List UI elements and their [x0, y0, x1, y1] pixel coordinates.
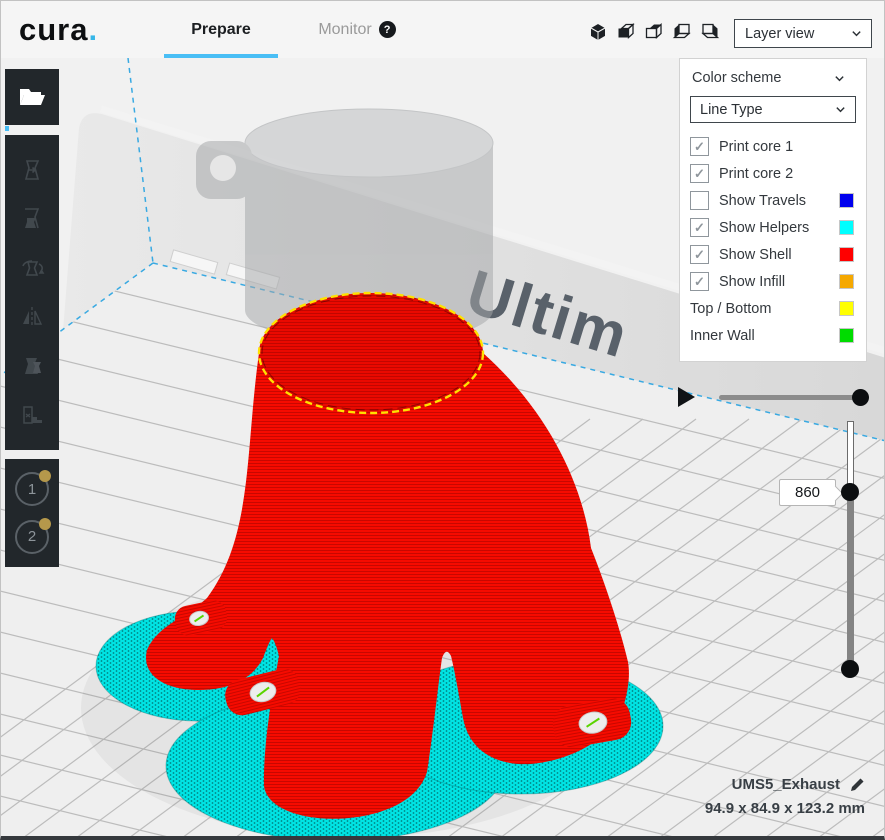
chevron-down-icon	[834, 73, 845, 84]
layer-number-balloon: 860	[779, 479, 836, 506]
row-show-shell: ✓ Show Shell	[680, 241, 866, 268]
layer-view-panel: Color scheme Line Type ✓ Print core 1 ✓ …	[679, 58, 867, 362]
color-scheme-select[interactable]: Line Type	[690, 96, 856, 123]
support-blocker-icon[interactable]	[17, 400, 47, 430]
chevron-down-icon	[835, 104, 846, 115]
job-name-label: UMS5_Exhaust	[732, 776, 840, 793]
shell-color-swatch	[839, 247, 854, 262]
move-tool-icon[interactable]	[17, 155, 47, 185]
view-mode-select[interactable]: Layer view	[734, 19, 872, 48]
color-scheme-header[interactable]: Color scheme	[680, 59, 866, 94]
print-core-1-label: Print core 1	[719, 139, 793, 155]
cura-window: Ultim	[0, 0, 885, 840]
top-bar: cura. Prepare Monitor ? Layer view	[1, 1, 884, 58]
tab-prepare-label: Prepare	[191, 21, 251, 39]
layer-slider-bottom-handle[interactable]	[841, 660, 859, 678]
scale-tool-icon[interactable]	[17, 204, 47, 234]
top-bottom-color-swatch	[839, 301, 854, 316]
tab-monitor[interactable]: Monitor ?	[297, 1, 417, 58]
view-left-icon[interactable]	[671, 21, 693, 43]
show-helpers-checkbox[interactable]: ✓	[690, 218, 709, 237]
extruder-1-button[interactable]: 1	[15, 472, 49, 506]
view-3d-icon[interactable]	[587, 21, 609, 43]
tab-prepare[interactable]: Prepare	[164, 1, 278, 58]
helpers-color-swatch	[839, 220, 854, 235]
row-inner-wall: Inner Wall	[680, 322, 866, 349]
chevron-down-icon	[851, 28, 862, 39]
row-print-core-1: ✓ Print core 1	[680, 133, 866, 160]
job-dimensions-label: 94.9 x 84.9 x 123.2 mm	[705, 800, 865, 817]
travels-color-swatch	[839, 193, 854, 208]
color-scheme-label: Color scheme	[692, 70, 781, 86]
show-helpers-label: Show Helpers	[719, 220, 809, 236]
show-infill-checkbox[interactable]: ✓	[690, 272, 709, 291]
open-file-button[interactable]	[5, 69, 59, 125]
layer-slider-top-handle[interactable]	[841, 483, 859, 501]
cura-logo: cura.	[19, 12, 98, 48]
simulation-slider-handle[interactable]	[852, 389, 869, 406]
tool-panel	[5, 135, 59, 450]
row-top-bottom: Top / Bottom	[680, 295, 866, 322]
rotate-tool-icon[interactable]	[17, 253, 47, 283]
row-show-helpers: ✓ Show Helpers	[680, 214, 866, 241]
print-core-1-checkbox[interactable]: ✓	[690, 137, 709, 156]
job-name-row: UMS5_Exhaust	[732, 776, 865, 793]
print-core-2-label: Print core 2	[719, 166, 793, 182]
color-scheme-value: Line Type	[700, 102, 763, 118]
camera-view-buttons	[587, 21, 721, 43]
play-button[interactable]	[678, 387, 695, 407]
row-show-travels: Show Travels	[680, 187, 866, 214]
show-shell-label: Show Shell	[719, 247, 792, 263]
per-model-settings-icon[interactable]	[17, 351, 47, 381]
layer-number-value: 860	[795, 484, 820, 501]
row-show-infill: ✓ Show Infill	[680, 268, 866, 295]
material-color-dot	[39, 470, 51, 482]
view-front-icon[interactable]	[615, 21, 637, 43]
extruder-2-label: 2	[28, 528, 36, 545]
print-core-2-checkbox[interactable]: ✓	[690, 164, 709, 183]
toolbar-accent-tick	[5, 126, 9, 131]
material-color-dot	[39, 518, 51, 530]
show-shell-checkbox[interactable]: ✓	[690, 245, 709, 264]
view-top-icon[interactable]	[643, 21, 665, 43]
inner-wall-label: Inner Wall	[690, 328, 755, 344]
open-folder-icon	[16, 83, 48, 111]
help-icon[interactable]: ?	[379, 21, 396, 38]
extruder-panel: 1 2	[5, 459, 59, 567]
tab-monitor-label: Monitor	[318, 21, 371, 39]
show-infill-label: Show Infill	[719, 274, 785, 290]
layer-slider-track-range[interactable]	[847, 492, 854, 670]
view-right-icon[interactable]	[699, 21, 721, 43]
show-travels-checkbox[interactable]	[690, 191, 709, 210]
mirror-tool-icon[interactable]	[17, 302, 47, 332]
inner-wall-color-swatch	[839, 328, 854, 343]
extruder-1-label: 1	[28, 481, 36, 498]
simulation-slider-track[interactable]	[719, 395, 864, 400]
extruder-2-button[interactable]: 2	[15, 520, 49, 554]
top-bottom-label: Top / Bottom	[690, 301, 771, 317]
infill-color-swatch	[839, 274, 854, 289]
rename-pencil-icon[interactable]	[849, 777, 865, 793]
show-travels-label: Show Travels	[719, 193, 806, 209]
logo-dot: .	[88, 12, 98, 47]
row-print-core-2: ✓ Print core 2	[680, 160, 866, 187]
view-mode-value: Layer view	[745, 26, 814, 42]
